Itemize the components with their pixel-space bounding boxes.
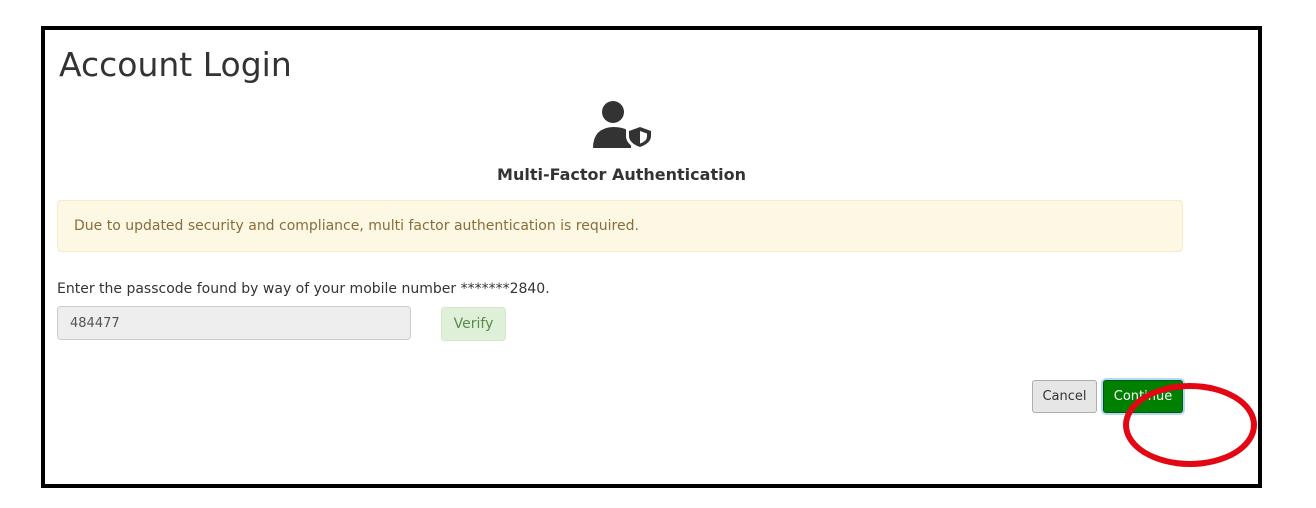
security-notice: Due to updated security and compliance, … (57, 200, 1183, 252)
user-shield-icon (593, 101, 654, 150)
passcode-input[interactable] (57, 306, 411, 340)
continue-button[interactable]: Continue (1103, 380, 1183, 413)
verify-button[interactable]: Verify (441, 307, 506, 341)
page-title: Account Login (59, 45, 292, 84)
cancel-button[interactable]: Cancel (1032, 380, 1097, 413)
login-panel: Account Login Multi-Factor Authenticatio… (41, 26, 1262, 488)
passcode-prompt: Enter the passcode found by way of your … (57, 281, 550, 297)
mfa-title: Multi-Factor Authentication (497, 165, 746, 184)
security-notice-text: Due to updated security and compliance, … (74, 218, 639, 234)
